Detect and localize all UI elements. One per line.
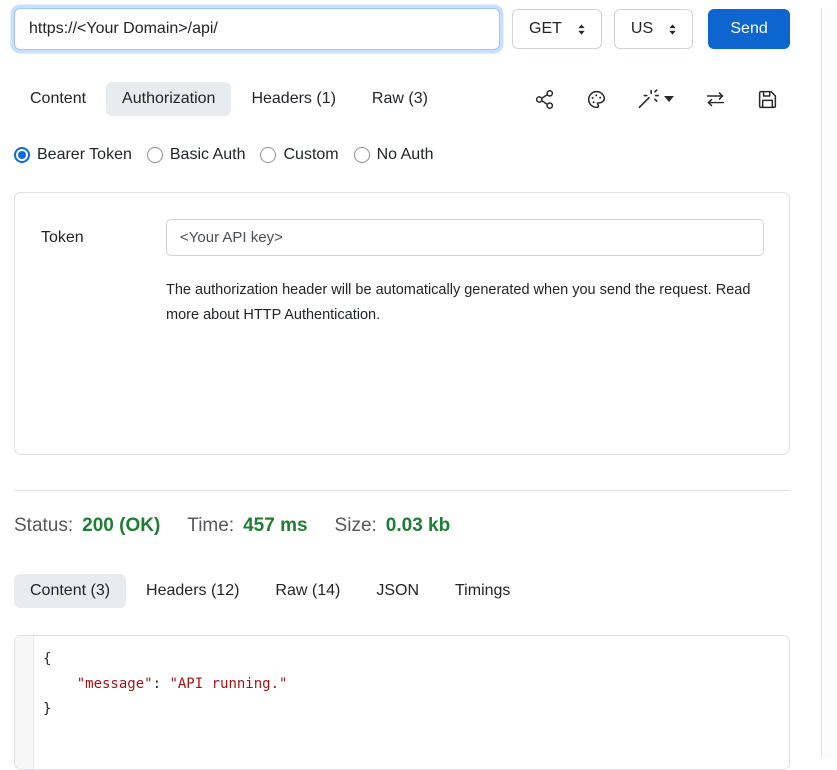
- tab-response-content[interactable]: Content (3): [14, 574, 126, 608]
- status-value: 200 (OK): [82, 515, 160, 537]
- tab-headers[interactable]: Headers (1): [235, 82, 351, 116]
- request-bar: GET US Send: [14, 8, 790, 50]
- swap-arrows-icon[interactable]: [705, 89, 726, 110]
- method-select[interactable]: GET: [512, 9, 602, 49]
- send-button[interactable]: Send: [708, 9, 790, 49]
- status-label: Status:: [14, 515, 73, 537]
- token-label: Token: [41, 229, 166, 247]
- tab-response-json[interactable]: JSON: [360, 574, 435, 608]
- token-panel: Token The authorization header will be a…: [14, 192, 790, 455]
- tab-authorization[interactable]: Authorization: [106, 82, 231, 116]
- code-gutter: [15, 636, 34, 769]
- api-tester-page: GET US Send Content Authorization Header…: [14, 8, 790, 770]
- size-label: Size:: [335, 515, 377, 537]
- region-select[interactable]: US: [614, 9, 693, 49]
- magic-wand-icon[interactable]: [638, 89, 674, 110]
- radio-label: Bearer Token: [37, 146, 132, 164]
- request-tabs: Content Authorization Headers (1) Raw (3…: [14, 82, 790, 116]
- page-scrollbar-track[interactable]: [821, 8, 836, 758]
- radio-circle-checked: [14, 147, 30, 163]
- radio-bearer-token[interactable]: Bearer Token: [14, 146, 132, 164]
- region-select-value: US: [631, 20, 653, 38]
- radio-circle: [354, 147, 370, 163]
- tab-response-raw[interactable]: Raw (14): [259, 574, 356, 608]
- caret-down-icon: [664, 96, 674, 102]
- response-tabs: Content (3) Headers (12) Raw (14) JSON T…: [14, 574, 790, 608]
- response-code[interactable]: { "message": "API running."}: [34, 636, 789, 769]
- radio-basic-auth[interactable]: Basic Auth: [147, 146, 246, 164]
- time-label: Time:: [187, 515, 234, 537]
- response-status-row: Status: 200 (OK) Time: 457 ms Size: 0.03…: [14, 515, 790, 537]
- token-help-text: The authorization header will be automat…: [166, 278, 754, 328]
- method-select-value: GET: [529, 20, 562, 38]
- toolbar-icons: [534, 89, 790, 110]
- tab-content[interactable]: Content: [14, 82, 102, 116]
- radio-label: Custom: [283, 146, 338, 164]
- time-value: 457 ms: [243, 515, 307, 537]
- token-input[interactable]: [166, 219, 764, 256]
- radio-circle: [147, 147, 163, 163]
- select-arrows-icon: [665, 22, 680, 37]
- radio-no-auth[interactable]: No Auth: [354, 146, 434, 164]
- auth-type-options: Bearer Token Basic Auth Custom No Auth: [14, 146, 790, 164]
- tab-response-timings[interactable]: Timings: [439, 574, 526, 608]
- share-nodes-icon[interactable]: [534, 89, 555, 110]
- size-value: 0.03 kb: [386, 515, 450, 537]
- select-arrows-icon: [574, 22, 589, 37]
- radio-label: Basic Auth: [170, 146, 246, 164]
- save-icon[interactable]: [757, 89, 778, 110]
- radio-label: No Auth: [377, 146, 434, 164]
- radio-circle: [260, 147, 276, 163]
- tab-response-headers[interactable]: Headers (12): [130, 574, 255, 608]
- tab-raw[interactable]: Raw (3): [356, 82, 444, 116]
- section-divider: [14, 490, 790, 491]
- radio-custom[interactable]: Custom: [260, 146, 338, 164]
- palette-icon[interactable]: [586, 89, 607, 110]
- url-input[interactable]: [14, 8, 500, 50]
